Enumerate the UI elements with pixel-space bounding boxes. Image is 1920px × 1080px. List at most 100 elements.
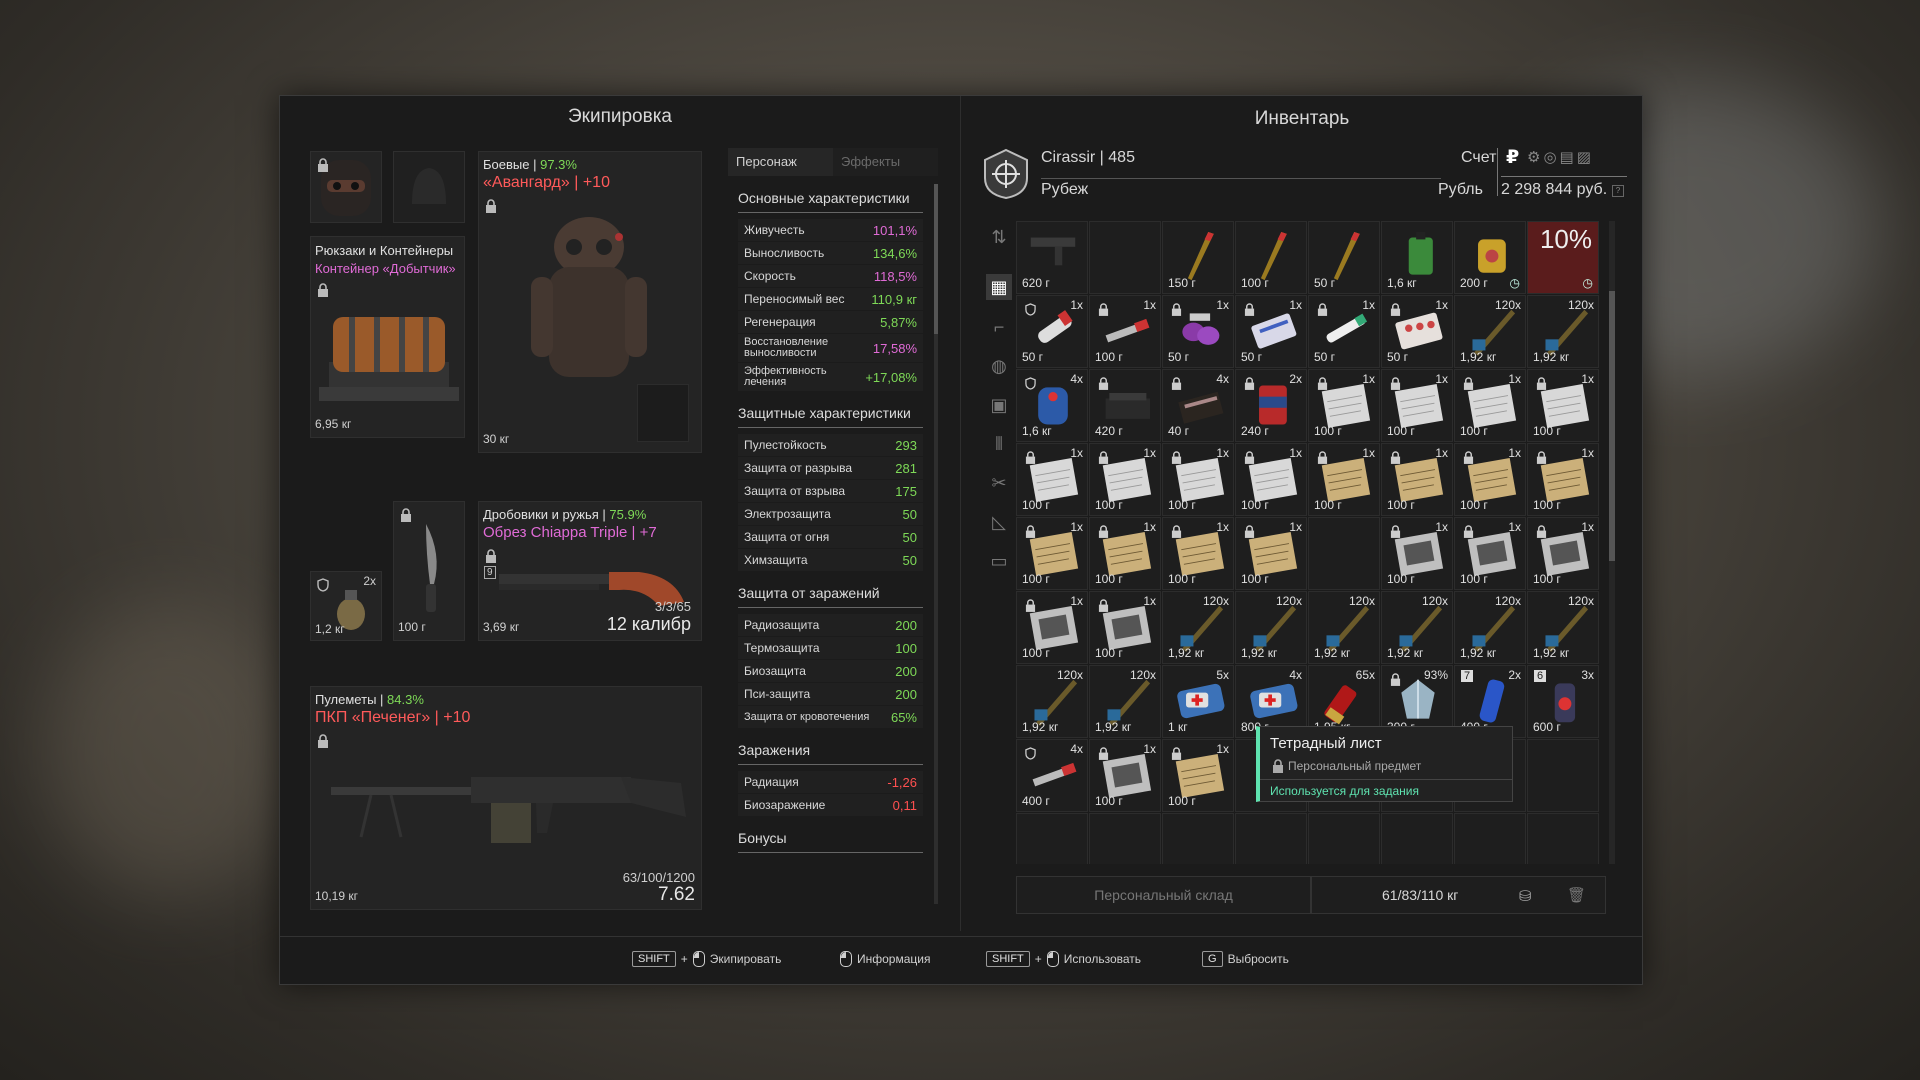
inventory-cell[interactable]: 1x 100 г xyxy=(1016,443,1088,516)
account-divider xyxy=(1497,148,1498,196)
inventory-cell[interactable]: 120x 1,92 кг xyxy=(1235,591,1307,664)
shield-icon xyxy=(1025,747,1036,760)
tab-effects[interactable]: Эффекты xyxy=(833,148,938,176)
knife-slot[interactable]: 100 г xyxy=(393,501,465,641)
inventory-cell[interactable]: 1x 100 г xyxy=(1381,517,1453,590)
inventory-cell[interactable]: 50 г xyxy=(1308,221,1380,294)
currency-icons[interactable]: ⚙◎▤▨ xyxy=(1527,148,1594,166)
item-quantity: 1x xyxy=(1289,520,1302,534)
inventory-cell[interactable]: 100 г xyxy=(1235,221,1307,294)
inventory-cell[interactable]: 620 г xyxy=(1016,221,1088,294)
inventory-cell[interactable] xyxy=(1235,813,1307,864)
filter-weapons-icon[interactable]: ⌐ xyxy=(986,314,1012,340)
inventory-cell[interactable] xyxy=(1162,813,1234,864)
armor-attachment-slot[interactable] xyxy=(637,384,689,442)
inventory-cell[interactable]: 1x 100 г xyxy=(1454,369,1526,442)
inventory-cell[interactable]: 4x 1,6 кг xyxy=(1016,369,1088,442)
inventory-cell[interactable]: 1x 100 г xyxy=(1162,739,1234,812)
inventory-cell[interactable]: 5x 1 кг xyxy=(1162,665,1234,738)
grenade-slot[interactable]: 2x 1,2 кг xyxy=(310,571,382,641)
personal-storage-button[interactable]: Персональный склад xyxy=(1016,876,1311,914)
inventory-cell[interactable]: 1x 100 г xyxy=(1016,591,1088,664)
trash-icon[interactable]: 🗑 xyxy=(1567,886,1586,904)
inventory-cell[interactable]: 1x 100 г xyxy=(1089,517,1161,590)
filter-other-icon[interactable]: ▭ xyxy=(986,548,1012,574)
help-icon[interactable]: ? xyxy=(1612,185,1624,197)
inventory-cell[interactable]: 120x 1,92 кг xyxy=(1454,295,1526,368)
ruble-icon[interactable]: ₽ xyxy=(1506,146,1519,169)
inventory-cell[interactable]: 1x 100 г xyxy=(1162,443,1234,516)
item-weight: 100 г xyxy=(1095,350,1123,364)
stat-label: Защита от взрыва xyxy=(744,484,846,498)
inventory-cell[interactable]: 1x 50 г xyxy=(1381,295,1453,368)
machinegun-slot[interactable]: Пулеметы | 84.3% ПКП «Печенег» | +10 10,… xyxy=(310,686,702,910)
inventory-cell[interactable]: 1x 100 г xyxy=(1381,369,1453,442)
tab-character[interactable]: Персонаж xyxy=(728,148,833,176)
inventory-cell[interactable]: 1x 100 г xyxy=(1089,295,1161,368)
inventory-cell[interactable]: 120x 1,92 кг xyxy=(1162,591,1234,664)
inventory-cell[interactable]: 1x 100 г xyxy=(1235,443,1307,516)
mask-slot[interactable] xyxy=(310,151,382,223)
stats-scroll-thumb[interactable] xyxy=(934,184,938,334)
inventory-cell[interactable] xyxy=(1308,813,1380,864)
inventory-cell[interactable] xyxy=(1381,813,1453,864)
inventory-scrollbar[interactable] xyxy=(1609,221,1615,864)
inventory-cell[interactable]: 420 г xyxy=(1089,369,1161,442)
inventory-cell[interactable] xyxy=(1527,739,1599,812)
inventory-cell[interactable]: 1x 100 г xyxy=(1089,739,1161,812)
inventory-cell[interactable]: 2x 240 г xyxy=(1235,369,1307,442)
inventory-cell[interactable]: 1x 100 г xyxy=(1308,369,1380,442)
inventory-cell[interactable] xyxy=(1308,517,1380,590)
inventory-cell[interactable]: 120x 1,92 кг xyxy=(1089,665,1161,738)
inventory-cell[interactable]: 1x 100 г xyxy=(1162,517,1234,590)
inventory-cell[interactable] xyxy=(1527,813,1599,864)
filter-armor-icon[interactable]: ◍ xyxy=(986,353,1012,379)
inventory-cell[interactable]: 1x 50 г xyxy=(1235,295,1307,368)
inventory-cell[interactable]: 1x 100 г xyxy=(1454,443,1526,516)
inventory-cell[interactable]: 4x 40 г xyxy=(1162,369,1234,442)
inventory-cell[interactable]: 1x 50 г xyxy=(1016,295,1088,368)
inventory-cell[interactable]: 6 3x 600 г xyxy=(1527,665,1599,738)
inventory-cell[interactable]: 1x 100 г xyxy=(1527,517,1599,590)
ammo-item-icon xyxy=(1472,309,1516,356)
inventory-cell[interactable]: 1x 100 г xyxy=(1235,517,1307,590)
inventory-cell[interactable]: 1x 100 г xyxy=(1016,517,1088,590)
filter-all-icon[interactable]: ▦ xyxy=(986,274,1012,300)
inventory-cell[interactable]: 1x 100 г xyxy=(1527,443,1599,516)
inventory-cell[interactable]: 1x 100 г xyxy=(1089,591,1161,664)
inventory-cell[interactable]: 120x 1,92 кг xyxy=(1381,591,1453,664)
inventory-cell[interactable]: 1x 50 г xyxy=(1162,295,1234,368)
inventory-cell[interactable]: 1,6 кг xyxy=(1381,221,1453,294)
inventory-cell[interactable]: 120x 1,92 кг xyxy=(1527,591,1599,664)
inventory-cell[interactable]: 1x 100 г xyxy=(1308,443,1380,516)
filter-ammo-icon[interactable]: ⫴ xyxy=(986,431,1012,457)
filter-sort-icon[interactable]: ⇅ xyxy=(986,224,1012,250)
helmet-slot[interactable] xyxy=(393,151,465,223)
inventory-cell[interactable]: 120x 1,92 кг xyxy=(1454,591,1526,664)
inventory-cell[interactable]: 1x 100 г xyxy=(1089,443,1161,516)
backpack-slot[interactable]: Рюкзаки и Контейнеры Контейнер «Добытчик… xyxy=(310,236,465,438)
inventory-cell[interactable] xyxy=(1454,813,1526,864)
inventory-cell[interactable]: 1x 100 г xyxy=(1527,369,1599,442)
inventory-cell[interactable]: 120x 1,92 кг xyxy=(1016,665,1088,738)
inventory-cell[interactable]: 4x 400 г xyxy=(1016,739,1088,812)
inventory-cell[interactable]: 200 г ◷ xyxy=(1454,221,1526,294)
stat-value: 200 xyxy=(895,617,917,633)
inventory-cell[interactable]: 120x 1,92 кг xyxy=(1527,295,1599,368)
filter-misc-icon[interactable]: ◺ xyxy=(986,509,1012,535)
inventory-cell[interactable]: 120x 1,92 кг xyxy=(1308,591,1380,664)
stats-scrollbar[interactable] xyxy=(934,184,938,904)
filter-tools-icon[interactable]: ✂ xyxy=(986,470,1012,496)
armor-slot[interactable]: Боевые | 97.3% «Авангард» | +10 30 кг xyxy=(478,151,702,453)
inventory-cell[interactable]: 1x 100 г xyxy=(1381,443,1453,516)
inventory-cell[interactable]: 1x 100 г xyxy=(1454,517,1526,590)
inventory-cell[interactable] xyxy=(1016,813,1088,864)
inventory-cell[interactable] xyxy=(1089,221,1161,294)
inventory-cell[interactable] xyxy=(1089,813,1161,864)
inventory-cell[interactable]: 10% ◷ xyxy=(1527,221,1599,294)
shotgun-slot[interactable]: Дробовики и ружья | 75.9% Обрез Chiappa … xyxy=(478,501,702,641)
inventory-scroll-thumb[interactable] xyxy=(1609,291,1615,561)
filter-artifacts-icon[interactable]: ▣ xyxy=(986,392,1012,418)
inventory-cell[interactable]: 150 г xyxy=(1162,221,1234,294)
inventory-cell[interactable]: 1x 50 г xyxy=(1308,295,1380,368)
